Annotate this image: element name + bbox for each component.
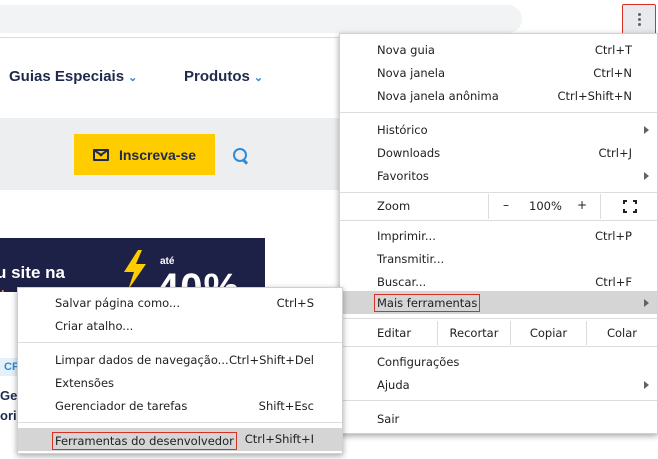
menu-item-label: Nova janela anônima xyxy=(377,88,499,103)
zoom-level: 100% xyxy=(529,199,562,213)
menu-item-label: Downloads xyxy=(377,145,441,160)
chevron-down-icon: ⌄ xyxy=(128,72,138,84)
menu-item-label: Transmitir... xyxy=(377,251,445,266)
site-subheader: Inscreva-se xyxy=(0,118,340,190)
menu-item-label: Configurações xyxy=(377,354,460,369)
zoom-row: Zoom – 100% + xyxy=(340,194,657,219)
submenu-item-salvar-pagina[interactable]: Salvar página como... Ctrl+S xyxy=(18,292,342,315)
submenu-item-label: Gerenciador de tarefas xyxy=(55,399,188,413)
more-tools-submenu: Salvar página como... Ctrl+S Criar atalh… xyxy=(17,287,343,454)
site-navigation: Guias Especiais ⌄ Produtos ⌄ xyxy=(0,38,340,118)
submenu-item-label: Limpar dados de navegação... xyxy=(55,353,229,367)
submenu-item-shortcut: Ctrl+Shift+Del xyxy=(229,353,314,367)
menu-separator xyxy=(340,400,657,401)
menu-item-label: Sair xyxy=(377,411,400,426)
subscribe-label: Inscreva-se xyxy=(118,146,197,163)
submenu-item-extensoes[interactable]: Extensões xyxy=(18,372,342,395)
submenu-item-shortcut: Ctrl+S xyxy=(276,296,314,310)
menu-item-mais-ferramentas[interactable]: Mais ferramentas xyxy=(340,291,657,314)
menu-separator xyxy=(340,220,657,221)
menu-item-shortcut: Ctrl+P xyxy=(594,228,632,243)
edit-label: Editar xyxy=(377,326,412,340)
submenu-item-label: Salvar página como... xyxy=(55,296,180,310)
lightning-icon xyxy=(124,250,146,290)
submenu-item-label: Extensões xyxy=(55,376,115,390)
zoom-out-button[interactable]: – xyxy=(503,198,509,212)
chevron-right-icon xyxy=(644,125,649,134)
menu-item-imprimir[interactable]: Imprimir... Ctrl+P xyxy=(340,224,657,247)
chrome-main-menu: Nova guia Ctrl+T Nova janela Ctrl+N Nova… xyxy=(339,33,658,434)
kebab-dot-icon xyxy=(637,23,641,26)
menu-item-transmitir[interactable]: Transmitir... xyxy=(340,247,657,270)
menu-item-nova-janela[interactable]: Nova janela Ctrl+N xyxy=(340,61,657,84)
submenu-item-shortcut: Shift+Esc xyxy=(258,399,314,413)
cut-button[interactable]: Recortar xyxy=(437,321,510,345)
kebab-dot-icon xyxy=(637,18,641,21)
copy-button[interactable]: Copiar xyxy=(510,321,586,345)
submenu-separator xyxy=(18,422,342,423)
chevron-right-icon xyxy=(644,298,649,307)
submenu-item-shortcut: Ctrl+Shift+I xyxy=(244,432,314,446)
chevron-right-icon xyxy=(644,171,649,180)
menu-item-favoritos[interactable]: Favoritos xyxy=(340,164,657,187)
menu-separator xyxy=(340,112,657,113)
banner-text: u site na xyxy=(0,263,65,282)
menu-item-shortcut: Ctrl+F xyxy=(595,274,632,289)
menu-item-buscar[interactable]: Buscar... Ctrl+F xyxy=(340,270,657,293)
zoom-control: – 100% + xyxy=(488,194,601,219)
submenu-item-criar-atalho[interactable]: Criar atalho... xyxy=(18,315,342,338)
menu-item-shortcut: Ctrl+Shift+N xyxy=(557,88,632,103)
menu-item-label: Histórico xyxy=(377,122,428,137)
menu-separator xyxy=(340,318,657,319)
nav-produtos[interactable]: Produtos ⌄ xyxy=(184,68,263,85)
banner-text-highlight: t xyxy=(0,286,6,292)
search-icon[interactable] xyxy=(233,148,247,162)
menu-item-label: Nova janela xyxy=(377,65,445,80)
menu-item-nova-janela-anonima[interactable]: Nova janela anônima Ctrl+Shift+N xyxy=(340,84,657,107)
menu-item-label: Ajuda xyxy=(377,377,410,392)
nav-label: Guias Especiais xyxy=(9,68,125,85)
promo-banner[interactable]: u site na t até 40% xyxy=(0,238,265,292)
menu-item-label: Favoritos xyxy=(377,168,429,183)
menu-item-shortcut: Ctrl+T xyxy=(594,42,632,57)
menu-separator xyxy=(340,346,657,347)
menu-item-ajuda[interactable]: Ajuda xyxy=(340,373,657,396)
address-bar[interactable] xyxy=(0,5,522,33)
mail-icon xyxy=(92,148,109,161)
menu-separator xyxy=(340,192,657,193)
kebab-dot-icon xyxy=(637,13,641,16)
nav-guias-especiais[interactable]: Guias Especiais ⌄ xyxy=(9,68,137,85)
nav-label: Produtos xyxy=(184,68,250,85)
menu-item-label: Imprimir... xyxy=(377,228,436,243)
menu-item-downloads[interactable]: Downloads Ctrl+J xyxy=(340,141,657,164)
submenu-item-limpar-dados[interactable]: Limpar dados de navegação... Ctrl+Shift+… xyxy=(18,349,342,372)
edit-row: Editar Recortar Copiar Colar xyxy=(340,321,657,345)
chevron-down-icon: ⌄ xyxy=(253,72,264,84)
zoom-label: Zoom xyxy=(377,199,411,213)
menu-item-nova-guia[interactable]: Nova guia Ctrl+T xyxy=(340,38,657,61)
menu-item-sair[interactable]: Sair xyxy=(340,407,657,430)
menu-item-label: Mais ferramentas xyxy=(374,293,481,312)
menu-item-historico[interactable]: Histórico xyxy=(340,118,657,141)
menu-item-configuracoes[interactable]: Configurações xyxy=(340,350,657,373)
submenu-item-ferramentas-desenvolvedor[interactable]: Ferramentas do desenvolvedor Ctrl+Shift+… xyxy=(18,428,342,451)
fullscreen-icon[interactable] xyxy=(623,200,637,213)
paste-button[interactable]: Colar xyxy=(586,321,657,345)
chevron-right-icon xyxy=(644,380,649,389)
menu-item-label: Buscar... xyxy=(377,274,427,289)
menu-item-shortcut: Ctrl+N xyxy=(593,65,632,80)
submenu-separator xyxy=(18,342,342,343)
menu-item-label: Nova guia xyxy=(377,42,435,57)
submenu-item-gerenciador-tarefas[interactable]: Gerenciador de tarefas Shift+Esc xyxy=(18,395,342,418)
zoom-in-button[interactable]: + xyxy=(577,198,587,212)
chrome-menu-button[interactable] xyxy=(622,4,656,35)
submenu-item-label: Ferramentas do desenvolvedor xyxy=(52,432,237,450)
submenu-item-label: Criar atalho... xyxy=(55,319,134,333)
menu-item-shortcut: Ctrl+J xyxy=(598,145,633,160)
subscribe-button[interactable]: Inscreva-se xyxy=(74,134,215,175)
